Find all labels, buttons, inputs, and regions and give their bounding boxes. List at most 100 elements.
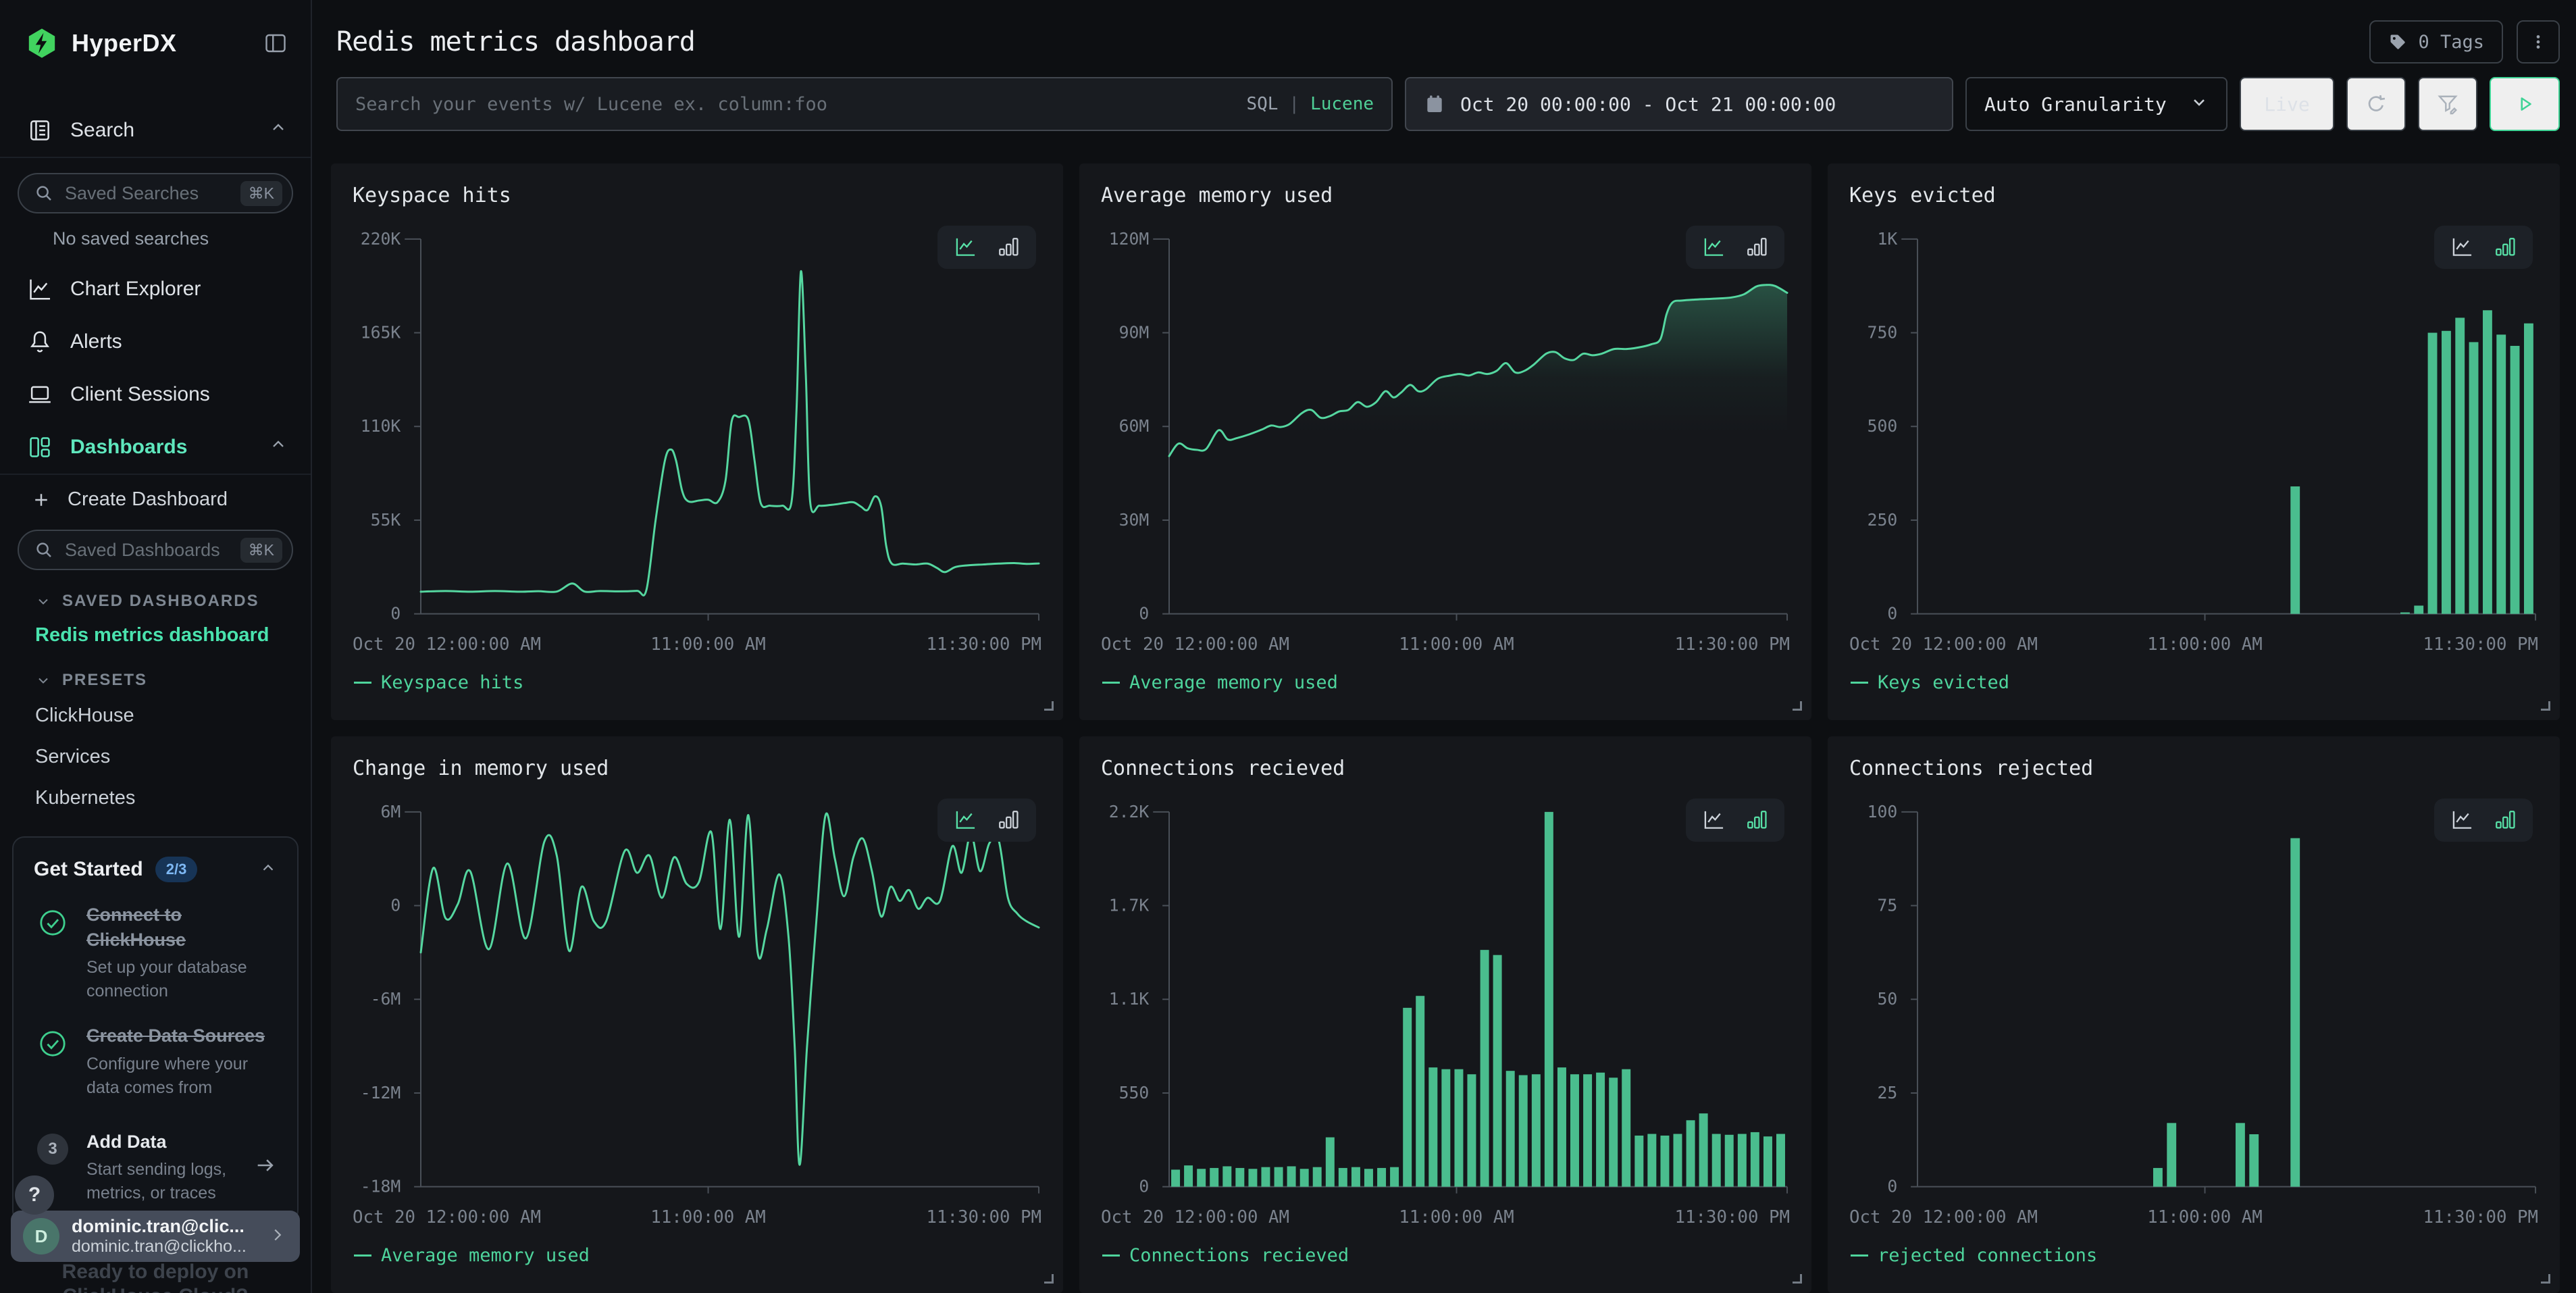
saved-searches-input[interactable] [65,183,230,204]
saved-searches-search[interactable]: ⌘K [18,173,293,213]
get-started-header[interactable]: Get Started 2/3 [34,857,277,882]
bar-chart-icon[interactable] [997,809,1020,831]
chart-type-toggle[interactable] [1686,798,1784,842]
refresh-button[interactable] [2346,77,2406,131]
legend-label: Average memory used [1129,672,1338,693]
saved-dashboards-search[interactable]: ⌘K [18,530,293,570]
get-started-item-connect[interactable]: Connect to ClickHouse Set up your databa… [34,903,277,1003]
chevron-down-icon [35,593,51,609]
svg-text:11:00:00 AM: 11:00:00 AM [650,1207,765,1227]
get-started-item-sources[interactable]: Create Data Sources Configure where your… [34,1023,277,1099]
line-chart-icon[interactable] [1702,236,1726,258]
sidebar-item-client-sessions[interactable]: Client Sessions [0,368,311,421]
chart-legend: Keys evicted [1851,672,2009,693]
tags-button[interactable]: 0 Tags [2369,20,2503,64]
bar-chart-icon[interactable] [2494,809,2517,831]
hyperdx-logo-icon [26,27,58,59]
line-chart-icon[interactable] [2450,809,2475,831]
date-range-picker[interactable]: Oct 20 00:00:00 - Oct 21 00:00:00 [1405,77,1953,131]
chart-canvas: 055K110K165K220KOct 20 12:00:00 AM11:00:… [353,228,1041,662]
bar-chart-icon[interactable] [2494,236,2517,258]
bar-chart-icon[interactable] [1745,809,1768,831]
sidebar-item-clickhouse[interactable]: ClickHouse [0,695,311,736]
resize-handle[interactable] [1044,1274,1054,1284]
sidebar-item-alerts[interactable]: Alerts [0,315,311,368]
chart-legend: Keyspace hits [354,672,523,693]
chart-type-toggle[interactable] [2434,798,2533,842]
presets-header[interactable]: PRESETS [0,653,311,695]
sidebar-item-label: Alerts [70,330,122,353]
live-button[interactable]: Live [2240,77,2334,131]
chart-type-toggle[interactable] [2434,226,2533,269]
svg-text:0: 0 [1887,1177,1897,1196]
svg-text:500: 500 [1867,416,1898,436]
sidebar-item-kubernetes[interactable]: Kubernetes [0,778,311,819]
svg-text:1.1K: 1.1K [1109,989,1150,1009]
saved-dashboards-input[interactable] [65,540,230,561]
user-menu[interactable]: D dominic.tran@clic... dominic.tran@clic… [11,1211,300,1262]
chart-legend: rejected connections [1851,1245,2097,1266]
sidebar-item-search[interactable]: Search [0,104,311,158]
legend-swatch [1102,1254,1120,1257]
panel-keys-evicted: Keys evicted 02505007501KOct 20 12:00:00… [1828,163,2560,720]
svg-text:11:00:00 AM: 11:00:00 AM [1399,634,1514,655]
query-language-toggle[interactable]: SQL | Lucene [1246,94,1374,114]
svg-text:6M: 6M [380,802,401,821]
magnifier-icon [34,183,54,203]
query-toolbar: SQL | Lucene Oct 20 00:00:00 - Oct 21 00… [336,77,2560,131]
run-query-button[interactable] [2490,77,2560,131]
svg-text:Oct 20 12:00:00 AM: Oct 20 12:00:00 AM [353,1207,541,1227]
svg-text:-6M: -6M [371,989,401,1009]
sidebar-item-chart-explorer[interactable]: Chart Explorer [0,263,311,315]
filter-button[interactable] [2418,77,2477,131]
sidebar-collapse-button[interactable] [263,31,288,55]
resize-handle[interactable] [1044,701,1054,711]
sidebar-item-redis-dashboard[interactable]: Redis metrics dashboard [0,616,311,653]
chart-explorer-icon [27,276,53,302]
get-started-item-add-data[interactable]: 3 Add Data Start sending logs, metrics, … [34,1130,277,1205]
resize-handle[interactable] [1793,1274,1802,1284]
sidebar-item-dashboards[interactable]: Dashboards [0,421,311,475]
resize-handle[interactable] [2541,1274,2550,1284]
resize-handle[interactable] [2541,701,2550,711]
chart-type-toggle[interactable] [1686,226,1784,269]
svg-text:0: 0 [1887,604,1897,624]
saved-dashboards-header[interactable]: SAVED DASHBOARDS [0,574,311,616]
event-search-box[interactable]: SQL | Lucene [336,77,1393,131]
line-chart-icon[interactable] [954,809,978,831]
svg-text:1K: 1K [1877,229,1897,249]
create-dashboard-button[interactable]: Create Dashboard [0,475,311,515]
chart-canvas: -18M-12M-6M06MOct 20 12:00:00 AM11:00:00… [353,801,1041,1235]
bar-chart-icon[interactable] [997,236,1020,258]
chart-legend: Average memory used [1102,672,1338,693]
svg-text:-12M: -12M [361,1083,401,1102]
granularity-select[interactable]: Auto Granularity [1965,77,2227,131]
resize-handle[interactable] [1793,701,1802,711]
panel-collapse-icon [263,31,288,55]
dashboard-header: Redis metrics dashboard 0 Tags [331,0,2560,64]
sidebar-item-services[interactable]: Services [0,736,311,778]
user-name: dominic.tran@clic... [72,1216,255,1237]
dashboard-more-button[interactable] [2517,20,2560,64]
app-root: HyperDX Search ⌘K No saved searches Char… [0,0,2576,1293]
svg-text:110K: 110K [361,416,401,436]
chart-type-toggle[interactable] [937,226,1036,269]
event-search-input[interactable] [355,94,1233,115]
svg-text:11:00:00 AM: 11:00:00 AM [2147,1207,2262,1227]
avatar: D [23,1218,59,1254]
svg-text:50: 50 [1877,989,1897,1009]
line-chart-icon[interactable] [1702,809,1726,831]
section-label: PRESETS [62,671,147,690]
line-chart-icon[interactable] [2450,236,2475,258]
progress-badge: 2/3 [155,857,198,882]
help-button[interactable]: ? [15,1175,54,1215]
bar-chart-icon[interactable] [1745,236,1768,258]
sql-toggle[interactable]: SQL [1246,94,1278,114]
sidebar-item-label: Dashboards [70,436,187,459]
lucene-toggle[interactable]: Lucene [1310,94,1374,114]
legend-label: rejected connections [1878,1245,2097,1266]
chart-type-toggle[interactable] [937,798,1036,842]
chevron-up-icon [259,859,277,880]
svg-text:0: 0 [1139,1177,1149,1196]
line-chart-icon[interactable] [954,236,978,258]
